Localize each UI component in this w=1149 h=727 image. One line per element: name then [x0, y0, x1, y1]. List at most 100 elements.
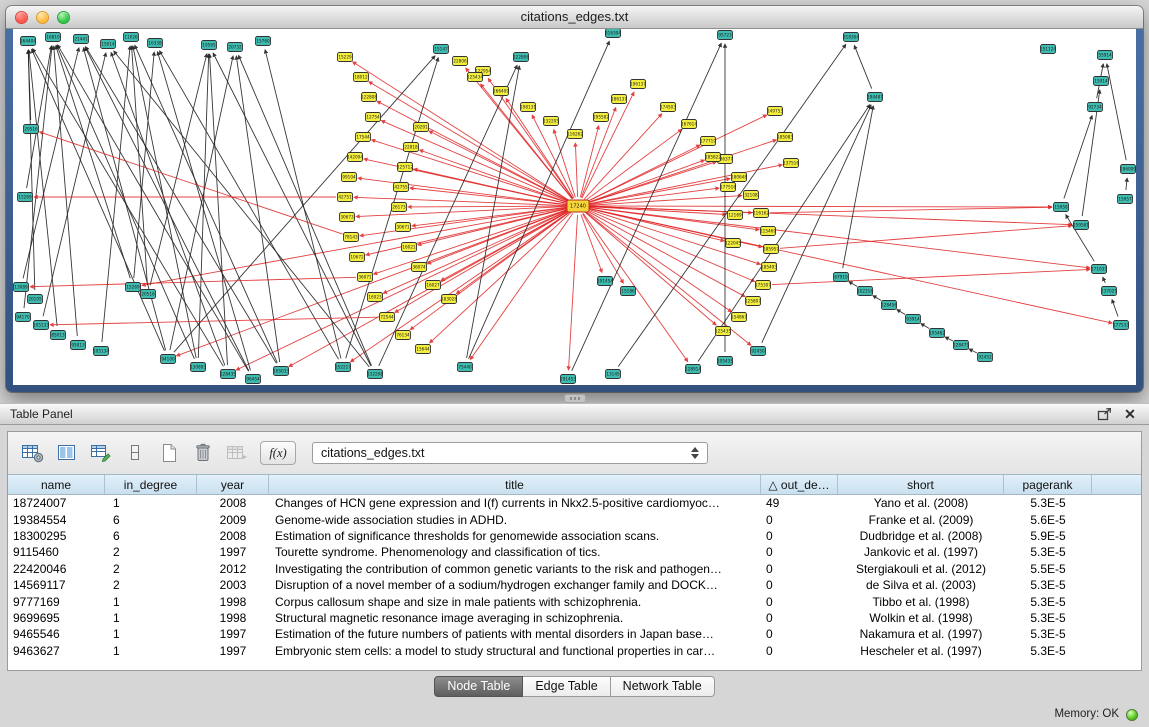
graph-node[interactable]: 32108 — [744, 191, 759, 200]
create-table-button[interactable] — [154, 440, 184, 466]
graph-node[interactable]: 15147 — [434, 45, 449, 54]
table-row[interactable]: 946554611997Estimation of the future num… — [8, 626, 1141, 642]
close-window-button[interactable] — [15, 11, 28, 24]
graph-node[interactable]: 137516 — [783, 159, 799, 168]
column-header-pagerank[interactable]: pagerank — [1004, 475, 1092, 494]
graph-node[interactable]: 15957 — [1118, 195, 1133, 204]
graph-node[interactable]: 171033 — [1091, 265, 1107, 274]
graph-node[interactable]: 76134 — [396, 331, 411, 340]
graph-node[interactable]: 174503 — [660, 103, 676, 112]
graph-node[interactable]: 36074 — [412, 263, 427, 272]
graph-node[interactable]: 92452 — [978, 353, 993, 362]
graph-node[interactable]: 105134 — [93, 347, 109, 356]
zoom-window-button[interactable] — [57, 11, 70, 24]
graph-node[interactable]: 85013 — [51, 331, 66, 340]
graph-node[interactable]: 94100 — [161, 355, 176, 364]
graph-node[interactable]: 152217 — [335, 363, 351, 372]
graph-node[interactable]: 128435 — [220, 370, 236, 379]
panel-splitter-handle[interactable] — [564, 394, 586, 403]
graph-node[interactable]: 30673 — [340, 213, 355, 222]
graph-node[interactable]: 13145 — [606, 370, 621, 379]
column-header-short[interactable]: short — [838, 475, 1004, 494]
graph-node[interactable]: 20291 — [414, 123, 429, 132]
graph-node[interactable]: 191453 — [560, 375, 576, 384]
close-panel-icon[interactable]: ✕ — [1121, 406, 1139, 422]
float-panel-icon[interactable] — [1095, 406, 1113, 422]
graph-node[interactable]: 22818 — [404, 143, 419, 152]
edit-table-button[interactable] — [86, 440, 116, 466]
graph-node[interactable]: 42751 — [338, 193, 353, 202]
graph-node[interactable]: 15958 — [1054, 203, 1069, 212]
graph-node[interactable]: 13089 — [14, 283, 29, 292]
graph-node[interactable]: 198131 — [520, 103, 536, 112]
graph-node[interactable]: 116162 — [753, 209, 769, 218]
graph-node[interactable]: 132205 — [543, 117, 559, 126]
graph-node[interactable]: 132208 — [367, 370, 383, 379]
graph-node[interactable]: 15760 — [256, 37, 271, 46]
graph-node[interactable]: 99104 — [342, 173, 357, 182]
graph-node[interactable]: 102316 — [857, 287, 873, 296]
delete-table-button[interactable] — [188, 440, 218, 466]
tab-edge-table[interactable]: Edge Table — [523, 676, 610, 697]
import-table-button[interactable] — [222, 440, 252, 466]
graph-node[interactable]: 15644 — [416, 345, 431, 354]
graph-node[interactable]: 125807 — [745, 297, 761, 306]
minimize-window-button[interactable] — [36, 11, 49, 24]
graph-node[interactable]: 16810 — [46, 33, 61, 42]
rows-button[interactable] — [120, 440, 150, 466]
graph-node[interactable]: 26173 — [392, 203, 407, 212]
graph-node[interactable]: 128914 — [685, 365, 701, 374]
graph-node[interactable]: 125435 — [715, 327, 731, 336]
table-row[interactable]: 1830029562008Estimation of significance … — [8, 528, 1141, 544]
graph-node[interactable]: 20516 — [24, 125, 39, 134]
graph-node[interactable]: 93914 — [906, 315, 921, 324]
graph-node[interactable]: 12754 — [366, 113, 381, 122]
tab-network-table[interactable]: Network Table — [611, 676, 715, 697]
graph-node[interactable]: 16338 — [148, 39, 163, 48]
graph-node[interactable]: 36071 — [358, 273, 373, 282]
graph-node[interactable]: 196137 — [630, 80, 646, 89]
network-canvas[interactable]: 1724016440416810214411501411026163381956… — [13, 29, 1136, 385]
graph-node[interactable]: 177719 — [700, 137, 716, 146]
graph-node[interactable]: 175307 — [755, 281, 771, 290]
graph-node[interactable]: 122045 — [725, 239, 741, 248]
show-columns-button[interactable] — [52, 440, 82, 466]
graph-node[interactable]: 164404 — [20, 37, 36, 46]
graph-node[interactable]: 16021 — [402, 243, 417, 252]
graph-node[interactable]: 16023 — [368, 293, 383, 302]
graph-node[interactable]: 191454 — [597, 277, 613, 286]
graph-node[interactable]: 30671 — [396, 223, 411, 232]
graph-node[interactable]: 816304 — [605, 29, 621, 38]
graph-node[interactable]: 15014 — [101, 40, 116, 49]
graph-node[interactable]: 75440 — [458, 363, 473, 372]
graph-node[interactable]: 154867 — [731, 313, 747, 322]
graph-node[interactable]: 105033 — [273, 367, 289, 376]
graph-node[interactable]: 818304 — [843, 33, 859, 42]
network-graph[interactable]: 1724016440416810214411501411026163381956… — [13, 29, 1136, 385]
graph-node[interactable]: 10672 — [350, 253, 365, 262]
graph-node[interactable]: 125434 — [467, 73, 483, 82]
graph-node[interactable]: 180648 — [731, 173, 747, 182]
table-row[interactable]: 946362711997Embryonic stem cells: a mode… — [8, 643, 1141, 659]
graph-node[interactable]: 122808 — [361, 93, 377, 102]
graph-node[interactable]: 11026 — [124, 33, 139, 42]
graph-node[interactable]: 177533 — [1113, 321, 1129, 330]
graph-node[interactable]: 185822 — [705, 153, 721, 162]
graph-node[interactable]: 20732 — [228, 43, 243, 52]
graph-node[interactable]: 177516 — [720, 183, 736, 192]
graph-node[interactable]: 122806 — [513, 53, 529, 62]
graph-node[interactable]: 17240 — [567, 200, 589, 212]
graph-node[interactable]: 15269 — [18, 193, 33, 202]
window-titlebar[interactable]: citations_edges.txt — [6, 6, 1143, 29]
graph-node[interactable]: 16027 — [426, 281, 441, 290]
table-row[interactable]: 1456911722003Disruption of a novel membe… — [8, 577, 1141, 593]
graph-node[interactable]: 78143 — [344, 233, 359, 242]
graph-node[interactable]: 149753 — [767, 107, 783, 116]
tab-node-table[interactable]: Node Table — [434, 676, 523, 697]
graph-node[interactable]: 183028 — [441, 295, 457, 304]
graph-node[interactable]: 105435 — [717, 357, 733, 366]
graph-node[interactable]: 42755 — [394, 183, 409, 192]
graph-node[interactable]: 185957 — [763, 245, 779, 254]
graph-node[interactable]: 115469 — [760, 227, 776, 236]
graph-node[interactable]: 12169 — [728, 211, 743, 220]
